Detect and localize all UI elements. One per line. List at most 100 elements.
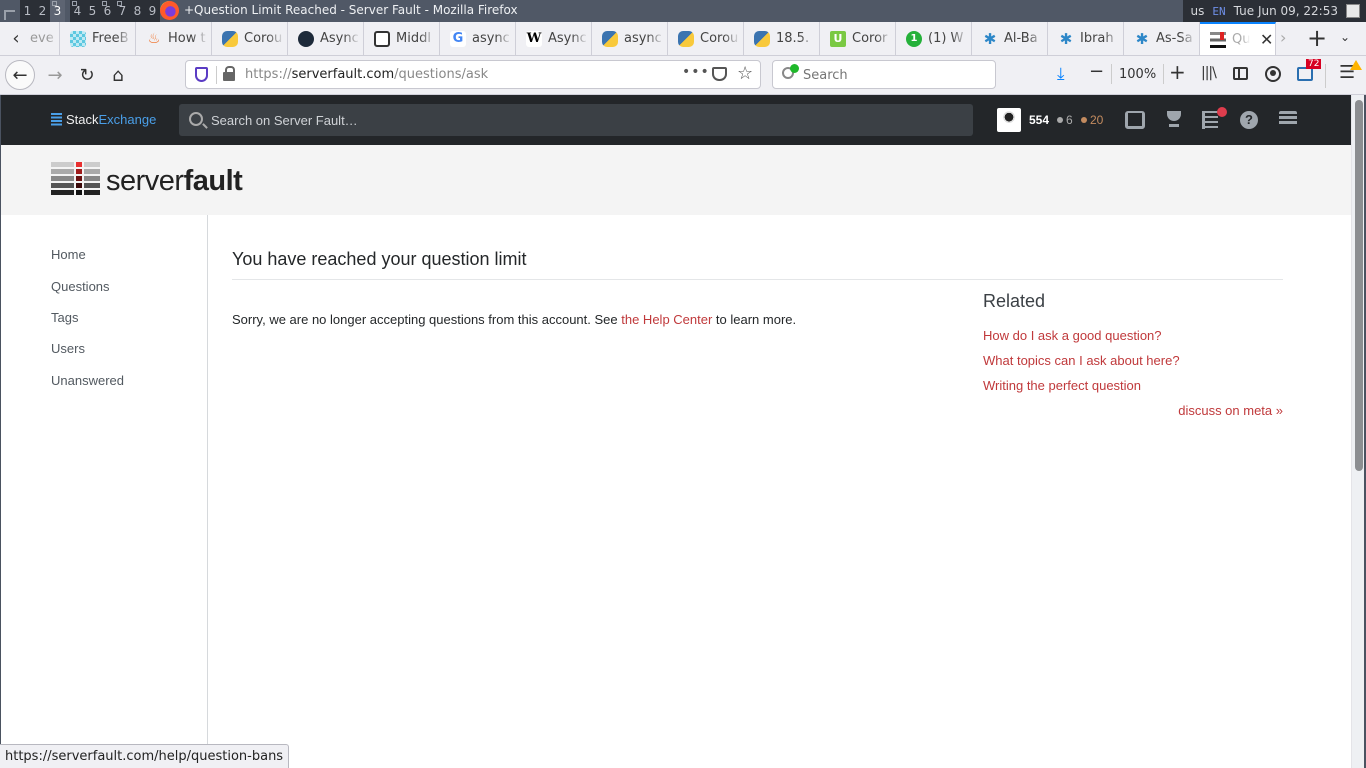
workspace-8[interactable]: 8 <box>130 0 145 22</box>
tab-label: FreeB <box>92 31 129 46</box>
search-icon <box>189 112 203 126</box>
related-heading: Related <box>983 291 1046 311</box>
stackexchange-logo[interactable]: StackExchange <box>51 112 156 127</box>
os-menu-icon[interactable] <box>2 4 18 20</box>
nav-users[interactable]: Users <box>51 341 85 356</box>
reload-button[interactable]: ↻ <box>72 60 102 90</box>
navigation-toolbar: ← → ↻ ⌂ https://serverfault.com/question… <box>0 56 1366 95</box>
desktop-icon[interactable] <box>1346 4 1360 18</box>
scrollbar-thumb[interactable] <box>1355 100 1363 471</box>
nav-tags[interactable]: Tags <box>51 310 78 325</box>
tab[interactable]: Async <box>288 22 364 55</box>
tab[interactable]: U Coror <box>820 22 896 55</box>
url-text[interactable]: https://serverfault.com/questions/ask <box>245 67 488 82</box>
browser-search-bar[interactable] <box>772 60 996 89</box>
back-button[interactable]: ← <box>5 60 35 90</box>
site-search-input[interactable] <box>211 111 951 129</box>
tab-label: Middl <box>396 31 431 46</box>
lock-icon[interactable] <box>223 66 235 81</box>
tab[interactable]: async <box>592 22 668 55</box>
workspace-7[interactable]: 7 <box>115 0 130 22</box>
tab[interactable]: ✱ Al-Ba <box>972 22 1048 55</box>
keyboard-layout[interactable]: us <box>1191 4 1205 18</box>
tab[interactable]: Middl <box>364 22 440 55</box>
left-sidebar: Home Questions Tags Users Unanswered <box>1 215 208 768</box>
add-search-engine-icon <box>790 64 799 73</box>
pocket-icon[interactable] <box>712 67 727 81</box>
tab[interactable]: W Async <box>516 22 592 55</box>
tab-strip: ‹ eve FreeB ♨ How t Corou Async Middl Gasync W As… <box>0 22 1366 56</box>
python-favicon-icon <box>602 30 618 47</box>
browser-search-input[interactable] <box>803 66 983 84</box>
bookmark-star-icon[interactable]: ☆ <box>737 63 753 84</box>
site-search-box[interactable] <box>179 104 973 136</box>
tab[interactable]: Corou <box>212 22 288 55</box>
achievements-trophy-icon[interactable] <box>1164 111 1184 129</box>
tab-active[interactable]: Qu ✕ <box>1200 22 1276 55</box>
nav-unanswered[interactable]: Unanswered <box>51 373 124 388</box>
web-page: StackExchange 554 6 20 ? serverfault <box>1 95 1351 768</box>
library-icon[interactable]: |||\ <box>1201 65 1217 81</box>
help-center-link[interactable]: the Help Center <box>621 312 712 327</box>
inbox-icon[interactable] <box>1125 111 1145 129</box>
related-link[interactable]: What topics can I ask about here? <box>983 353 1180 368</box>
workspace-9[interactable]: 9 <box>145 0 160 22</box>
workspace-4[interactable]: 4 <box>70 0 85 22</box>
title-divider <box>232 279 1283 280</box>
downloads-icon[interactable]: ⤓ <box>1057 64 1065 84</box>
workspace-3[interactable]: 3 <box>50 0 65 22</box>
new-tab-button[interactable]: + <box>1307 24 1327 52</box>
tab[interactable]: eve <box>28 22 60 55</box>
tab-label: As-Sa <box>1156 31 1193 46</box>
url-bar[interactable]: https://serverfault.com/questions/ask ••… <box>185 60 761 89</box>
zoom-in-button[interactable]: + <box>1169 60 1186 84</box>
user-avatar[interactable] <box>997 108 1021 132</box>
workspace-2[interactable]: 2 <box>35 0 50 22</box>
star-favicon-icon: ✱ <box>1135 29 1149 48</box>
zoom-out-button[interactable]: − <box>1089 61 1104 82</box>
sidebar-toggle-icon[interactable] <box>1233 67 1248 80</box>
zoom-level[interactable]: 100% <box>1119 67 1156 82</box>
related-link[interactable]: How do I ask a good question? <box>983 328 1162 343</box>
forward-button[interactable]: → <box>40 60 70 90</box>
stackexchange-topbar: StackExchange 554 6 20 ? <box>1 95 1351 145</box>
python-favicon-icon <box>754 30 770 47</box>
close-tab-icon[interactable]: ✕ <box>1260 30 1273 49</box>
clock[interactable]: Tue Jun 09, 22:53 <box>1234 4 1338 18</box>
nav-home[interactable]: Home <box>51 247 86 262</box>
nav-questions[interactable]: Questions <box>51 279 110 294</box>
bronze-badge-count[interactable]: 20 <box>1081 113 1103 127</box>
home-button[interactable]: ⌂ <box>103 60 133 90</box>
tab-scroll-left-button[interactable]: ‹ <box>6 28 26 49</box>
workspace-6[interactable]: 6 <box>100 0 115 22</box>
python-favicon-icon <box>678 30 694 47</box>
reputation[interactable]: 554 <box>1029 113 1049 127</box>
review-queue-icon[interactable] <box>1202 111 1218 129</box>
site-switcher-icon[interactable] <box>1279 111 1297 126</box>
tab[interactable]: Corou <box>668 22 744 55</box>
tab[interactable]: 18.5. <box>744 22 820 55</box>
github-favicon-icon <box>298 30 314 47</box>
tab[interactable]: FreeB <box>60 22 136 55</box>
tracking-protection-shield-icon[interactable] <box>195 67 208 82</box>
tab[interactable]: ✱ As-Sa <box>1124 22 1200 55</box>
serverfault-logo[interactable]: serverfault <box>51 162 243 196</box>
workspace-1[interactable]: 1 <box>20 0 35 22</box>
tab-label: Qu <box>1232 32 1250 47</box>
workspace-5[interactable]: 5 <box>85 0 100 22</box>
language-indicator[interactable]: EN <box>1212 5 1225 18</box>
tab[interactable]: ♨ How t <box>136 22 212 55</box>
discuss-on-meta-link[interactable]: discuss on meta » <box>1178 403 1283 418</box>
tab[interactable]: 1 (1) W <box>896 22 972 55</box>
tab[interactable]: ✱ Ibrah <box>1048 22 1124 55</box>
tab-label: Corou <box>244 31 283 46</box>
tab[interactable]: Gasync <box>440 22 516 55</box>
page-actions-icon[interactable]: ••• <box>682 64 710 80</box>
help-icon[interactable]: ? <box>1240 111 1258 129</box>
extension-icon[interactable] <box>1297 67 1313 81</box>
list-all-tabs-button[interactable]: ⌄ <box>1340 30 1350 44</box>
tab-scroll-right-button[interactable]: › <box>1280 28 1286 47</box>
related-link[interactable]: Writing the perfect question <box>983 378 1141 393</box>
silver-badge-count[interactable]: 6 <box>1057 113 1073 127</box>
account-icon[interactable] <box>1265 66 1281 82</box>
